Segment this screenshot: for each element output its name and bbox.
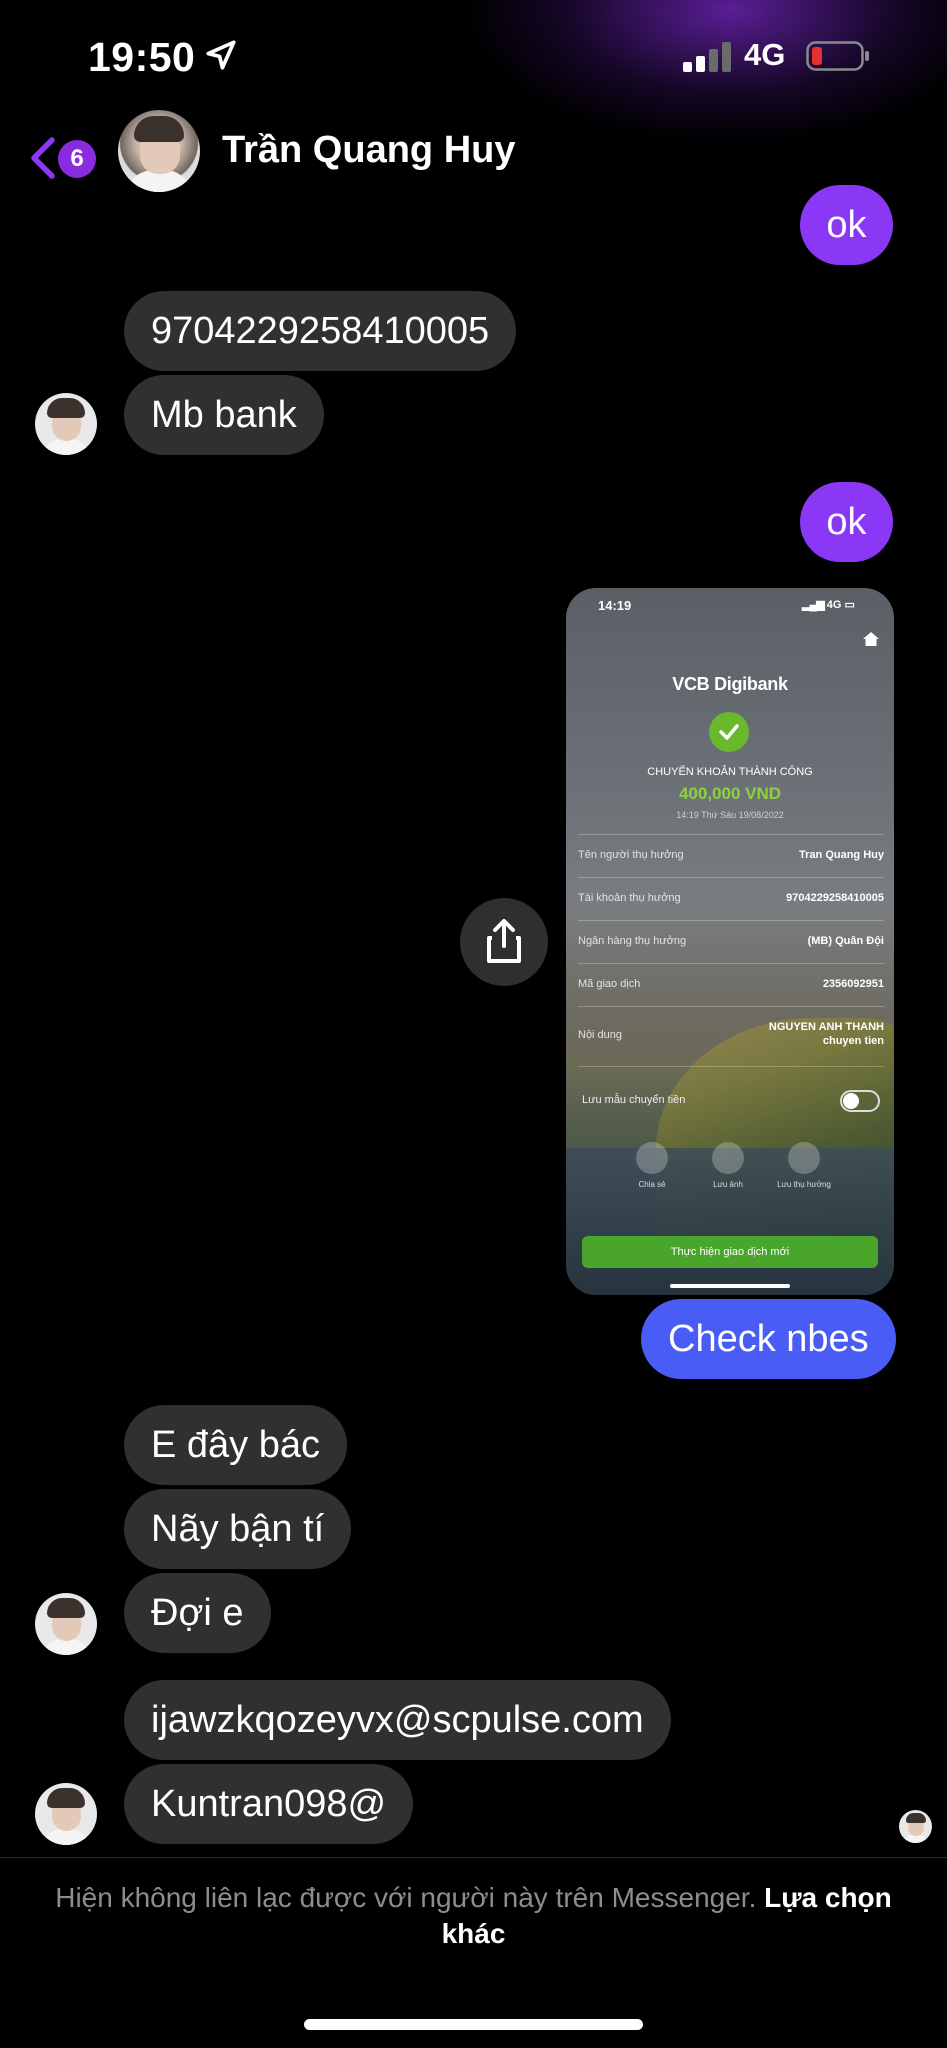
message-bubble-incoming[interactable]: Nãy bận tí	[124, 1489, 352, 1569]
home-icon	[863, 632, 879, 646]
notice-text: Hiện không liên lạc được với người này t…	[55, 1882, 757, 1913]
status-time: 19:50	[88, 34, 196, 80]
message-bubble-outgoing[interactable]: ok	[800, 482, 893, 562]
receipt-row: Tên người thụ hưởng Tran Quang Huy	[578, 834, 884, 877]
receipt-row: Ngân hàng thụ hưởng (MB) Quân Đội	[578, 920, 884, 963]
user-icon	[788, 1142, 820, 1174]
share-icon	[487, 919, 521, 963]
message-bubble-outgoing[interactable]: ok	[800, 185, 893, 265]
contact-avatar[interactable]	[118, 110, 200, 192]
receipt-success-text: CHUYỂN KHOẢN THÀNH CÔNG	[647, 766, 813, 778]
home-indicator[interactable]	[304, 2019, 643, 2030]
message-bubble-incoming[interactable]: E đây bác	[124, 1405, 347, 1485]
signal-icon	[683, 42, 731, 72]
message-bubble-incoming[interactable]: Mb bank	[124, 375, 324, 455]
transfer-receipt-image[interactable]: 14:19 ▂▄▆ 4G ▭ VCB Digibank CHUYỂN KHOẢN…	[566, 588, 894, 1295]
receipt-row: Nội dung NGUYEN ANH THANH chuyen tien	[578, 1006, 884, 1067]
receipt-row: Tài khoản thụ hưởng 9704229258410005	[578, 877, 884, 920]
save-template-label: Lưu mẫu chuyển tiền	[582, 1094, 686, 1106]
read-receipt-avatar	[899, 1810, 932, 1843]
share-action[interactable]: Chia sẻ	[622, 1142, 682, 1189]
chevron-left-icon	[31, 137, 55, 179]
status-bar: 19:50 4G	[0, 0, 947, 110]
divider	[0, 1857, 947, 1858]
save-beneficiary-action[interactable]: Lưu thụ hưởng	[774, 1142, 834, 1189]
receipt-row: Mã giao dịch 2356092951	[578, 963, 884, 1006]
share-nodes-icon	[636, 1142, 668, 1174]
save-template-toggle[interactable]	[840, 1090, 880, 1112]
network-label: 4G	[744, 37, 786, 72]
success-check-icon	[709, 712, 749, 752]
chat-header: 6 Trần Quang Huy	[0, 110, 947, 210]
message-bubble-outgoing[interactable]: Check nbes	[641, 1299, 896, 1379]
unavailable-notice: Hiện không liên lạc được với người này t…	[40, 1880, 907, 1952]
sender-avatar[interactable]	[35, 1593, 97, 1655]
camera-icon	[712, 1142, 744, 1174]
message-bubble-incoming[interactable]: ijawzkqozeyvx@scpulse.com	[124, 1680, 671, 1760]
sender-avatar[interactable]	[35, 1783, 97, 1845]
contact-name[interactable]: Trần Quang Huy	[222, 129, 515, 172]
receipt-status-network: ▂▄▆ 4G ▭	[802, 599, 855, 611]
receipt-bank-logo: VCB Digibank	[672, 674, 788, 694]
unread-badge: 6	[58, 140, 96, 178]
receipt-status-time: 14:19	[598, 598, 632, 613]
new-transaction-button[interactable]: Thực hiện giao dịch mới	[582, 1236, 878, 1268]
message-bubble-incoming[interactable]: Đợi e	[124, 1573, 271, 1653]
message-bubble-incoming[interactable]: 9704229258410005	[124, 291, 517, 371]
message-bubble-incoming[interactable]: Kuntran098@	[124, 1764, 414, 1844]
share-button[interactable]	[460, 898, 548, 986]
save-image-action[interactable]: Lưu ảnh	[698, 1142, 758, 1189]
location-arrow-icon	[206, 40, 236, 70]
sender-avatar[interactable]	[35, 393, 97, 455]
receipt-amount: 400,000 VND	[678, 784, 782, 803]
receipt-datetime: 14:19 Thứ Sáu 19/08/2022	[676, 810, 784, 820]
battery-low-icon	[806, 41, 869, 71]
